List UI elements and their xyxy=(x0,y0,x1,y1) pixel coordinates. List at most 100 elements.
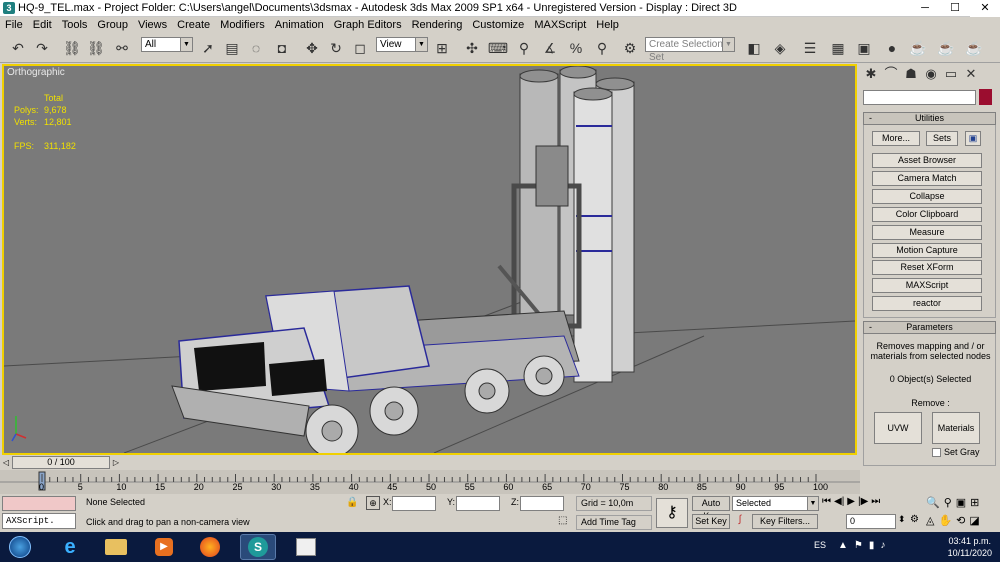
windows-start-icon[interactable] xyxy=(4,534,36,560)
internet-explorer-icon[interactable]: e xyxy=(52,534,88,560)
previous-frame-arrow-icon[interactable]: ◁ xyxy=(1,456,11,469)
render-setup-icon[interactable]: ☕ xyxy=(908,38,928,58)
undo-icon[interactable]: ↶ xyxy=(8,38,28,58)
sets-button[interactable]: Sets xyxy=(926,131,958,146)
next-key-icon[interactable]: |▶ xyxy=(858,496,868,507)
selection-filter-dropdown[interactable]: All ▼ xyxy=(141,37,193,52)
redo-icon[interactable]: ↷ xyxy=(32,38,52,58)
go-to-end-icon[interactable]: ⏭ xyxy=(871,496,880,507)
paint-app-icon[interactable] xyxy=(288,534,324,560)
display-tab-icon[interactable]: ▭ xyxy=(942,64,960,84)
chevron-up-icon[interactable]: ▲ xyxy=(838,540,848,551)
collapse-button[interactable]: Collapse xyxy=(872,189,982,204)
menu-maxscript[interactable]: MAXScript xyxy=(529,19,591,31)
layer-manager-icon[interactable]: ☰ xyxy=(800,38,820,58)
orthographic-viewport[interactable]: Orthographic Total Polys: 9,678 Verts: 12,… xyxy=(2,64,857,455)
more-utilities-button[interactable]: More... xyxy=(872,131,920,146)
x-coordinate-field[interactable] xyxy=(392,496,436,511)
set-key-icon[interactable]: ⚷ xyxy=(656,498,688,528)
current-frame-field[interactable]: 0 xyxy=(846,514,896,529)
menu-edit[interactable]: Edit xyxy=(28,19,57,31)
go-to-start-icon[interactable]: ⏮ xyxy=(822,496,831,507)
modify-tab-icon[interactable]: ⌒ xyxy=(882,64,900,84)
z-coordinate-field[interactable] xyxy=(520,496,564,511)
align-icon[interactable]: ◈ xyxy=(770,38,790,58)
maxscript-button[interactable]: MAXScript xyxy=(872,278,982,293)
time-tag-icon[interactable]: ⬚ xyxy=(558,515,567,526)
y-coordinate-field[interactable] xyxy=(456,496,500,511)
reactor-button[interactable]: reactor xyxy=(872,296,982,311)
pivot-center-icon[interactable]: ⊞ xyxy=(432,38,452,58)
track-bar[interactable]: 0 5 10 15 20 25 30 35 40 45 50 55 60 65 70 75 80 85 90 95 10… xyxy=(0,470,860,494)
3dsmax-taskbar-icon[interactable]: S xyxy=(240,534,276,560)
utilities-tab-icon[interactable]: ✕ xyxy=(962,64,980,84)
network-icon[interactable]: ▮ xyxy=(869,540,875,551)
named-selection-sets-dropdown[interactable]: Create Selection Set ▼ xyxy=(645,37,735,63)
select-link-icon[interactable]: ⛓ xyxy=(62,38,82,58)
time-configuration-icon[interactable]: ⚙ xyxy=(910,514,919,525)
curve-editor-icon[interactable]: ▦ xyxy=(828,38,848,58)
key-filters-button[interactable]: Key Filters... xyxy=(752,514,818,529)
motion-tab-icon[interactable]: ◉ xyxy=(922,64,940,84)
reference-coordinate-dropdown[interactable]: View ▼ xyxy=(376,37,428,52)
reset-xform-button[interactable]: Reset XForm xyxy=(872,260,982,275)
maxscript-listener-pink[interactable] xyxy=(2,496,76,511)
zoom-icon[interactable]: 🔍 xyxy=(926,496,940,509)
motion-capture-button[interactable]: Motion Capture xyxy=(872,243,982,258)
menu-rendering[interactable]: Rendering xyxy=(407,19,468,31)
select-manipulate-icon[interactable]: ✣ xyxy=(462,38,482,58)
zoom-extents-all-icon[interactable]: ⊞ xyxy=(970,496,979,509)
volume-icon[interactable]: ♪ xyxy=(880,540,885,551)
schematic-view-icon[interactable]: ▣ xyxy=(854,38,874,58)
object-color-swatch[interactable] xyxy=(979,89,992,105)
minimize-button[interactable]: ─ xyxy=(910,0,940,17)
menu-help[interactable]: Help xyxy=(591,19,624,31)
field-of-view-icon[interactable]: ◬ xyxy=(926,514,934,527)
zoom-all-icon[interactable]: ⚲ xyxy=(944,496,952,509)
bind-space-warp-icon[interactable]: ⚯ xyxy=(112,38,132,58)
menu-tools[interactable]: Tools xyxy=(57,19,93,31)
flag-icon[interactable]: ⚑ xyxy=(854,540,863,551)
maximize-button[interactable]: ☐ xyxy=(940,0,970,17)
zoom-extents-icon[interactable]: ▣ xyxy=(956,496,966,509)
camera-match-button[interactable]: Camera Match xyxy=(872,171,982,186)
menu-file[interactable]: File xyxy=(0,19,28,31)
create-tab-icon[interactable]: ✱ xyxy=(862,64,880,84)
language-indicator[interactable]: ES xyxy=(814,540,826,550)
previous-key-icon[interactable]: ◀| xyxy=(834,496,844,507)
menu-customize[interactable]: Customize xyxy=(467,19,529,31)
add-time-tag-button[interactable]: Add Time Tag xyxy=(576,515,652,530)
rendered-frame-window-icon[interactable]: ☕ xyxy=(936,38,956,58)
select-by-name-icon[interactable]: ▤ xyxy=(222,38,242,58)
unlink-icon[interactable]: ⛓ xyxy=(86,38,106,58)
percent-snap-icon[interactable]: % xyxy=(566,38,586,58)
select-object-icon[interactable]: ➚ xyxy=(198,38,218,58)
maximize-viewport-icon[interactable]: ◪ xyxy=(969,514,979,527)
menu-graph-editors[interactable]: Graph Editors xyxy=(329,19,407,31)
configure-sets-icon[interactable]: ▣ xyxy=(965,131,981,146)
menu-group[interactable]: Group xyxy=(92,19,133,31)
parameters-rollout-header[interactable]: - Parameters xyxy=(863,321,996,334)
scale-icon[interactable]: ◻ xyxy=(350,38,370,58)
arc-rotate-icon[interactable]: ⟲ xyxy=(956,514,965,527)
firefox-icon[interactable] xyxy=(192,534,228,560)
file-explorer-icon[interactable] xyxy=(98,534,134,560)
snap-toggle-icon[interactable]: ⚲ xyxy=(514,38,534,58)
utilities-rollout-header[interactable]: - Utilities xyxy=(863,112,996,125)
key-mode-dropdown[interactable]: Selected ▼ xyxy=(732,496,819,511)
mirror-icon[interactable]: ◧ xyxy=(744,38,764,58)
next-frame-arrow-icon[interactable]: ▷ xyxy=(111,456,121,469)
lock-selection-icon[interactable]: 🔒 xyxy=(346,497,358,508)
absolute-mode-icon[interactable]: ⊕ xyxy=(366,496,380,510)
play-icon[interactable]: ▶ xyxy=(847,496,855,507)
rectangle-selection-icon[interactable]: ◌ xyxy=(246,38,266,58)
keyboard-shortcut-icon[interactable]: ⌨ xyxy=(488,38,508,58)
menu-modifiers[interactable]: Modifiers xyxy=(215,19,270,31)
move-icon[interactable]: ✥ xyxy=(302,38,322,58)
remove-uvw-button[interactable]: UVW xyxy=(874,412,922,444)
frame-spinner-icon[interactable]: ⬍ xyxy=(898,514,906,525)
default-tangent-icon[interactable]: ∫ xyxy=(732,514,748,529)
edit-named-selection-icon[interactable]: ⚙ xyxy=(620,38,640,58)
hierarchy-tab-icon[interactable]: ☗ xyxy=(902,64,920,84)
auto-key-button[interactable]: Auto Key xyxy=(692,496,730,521)
